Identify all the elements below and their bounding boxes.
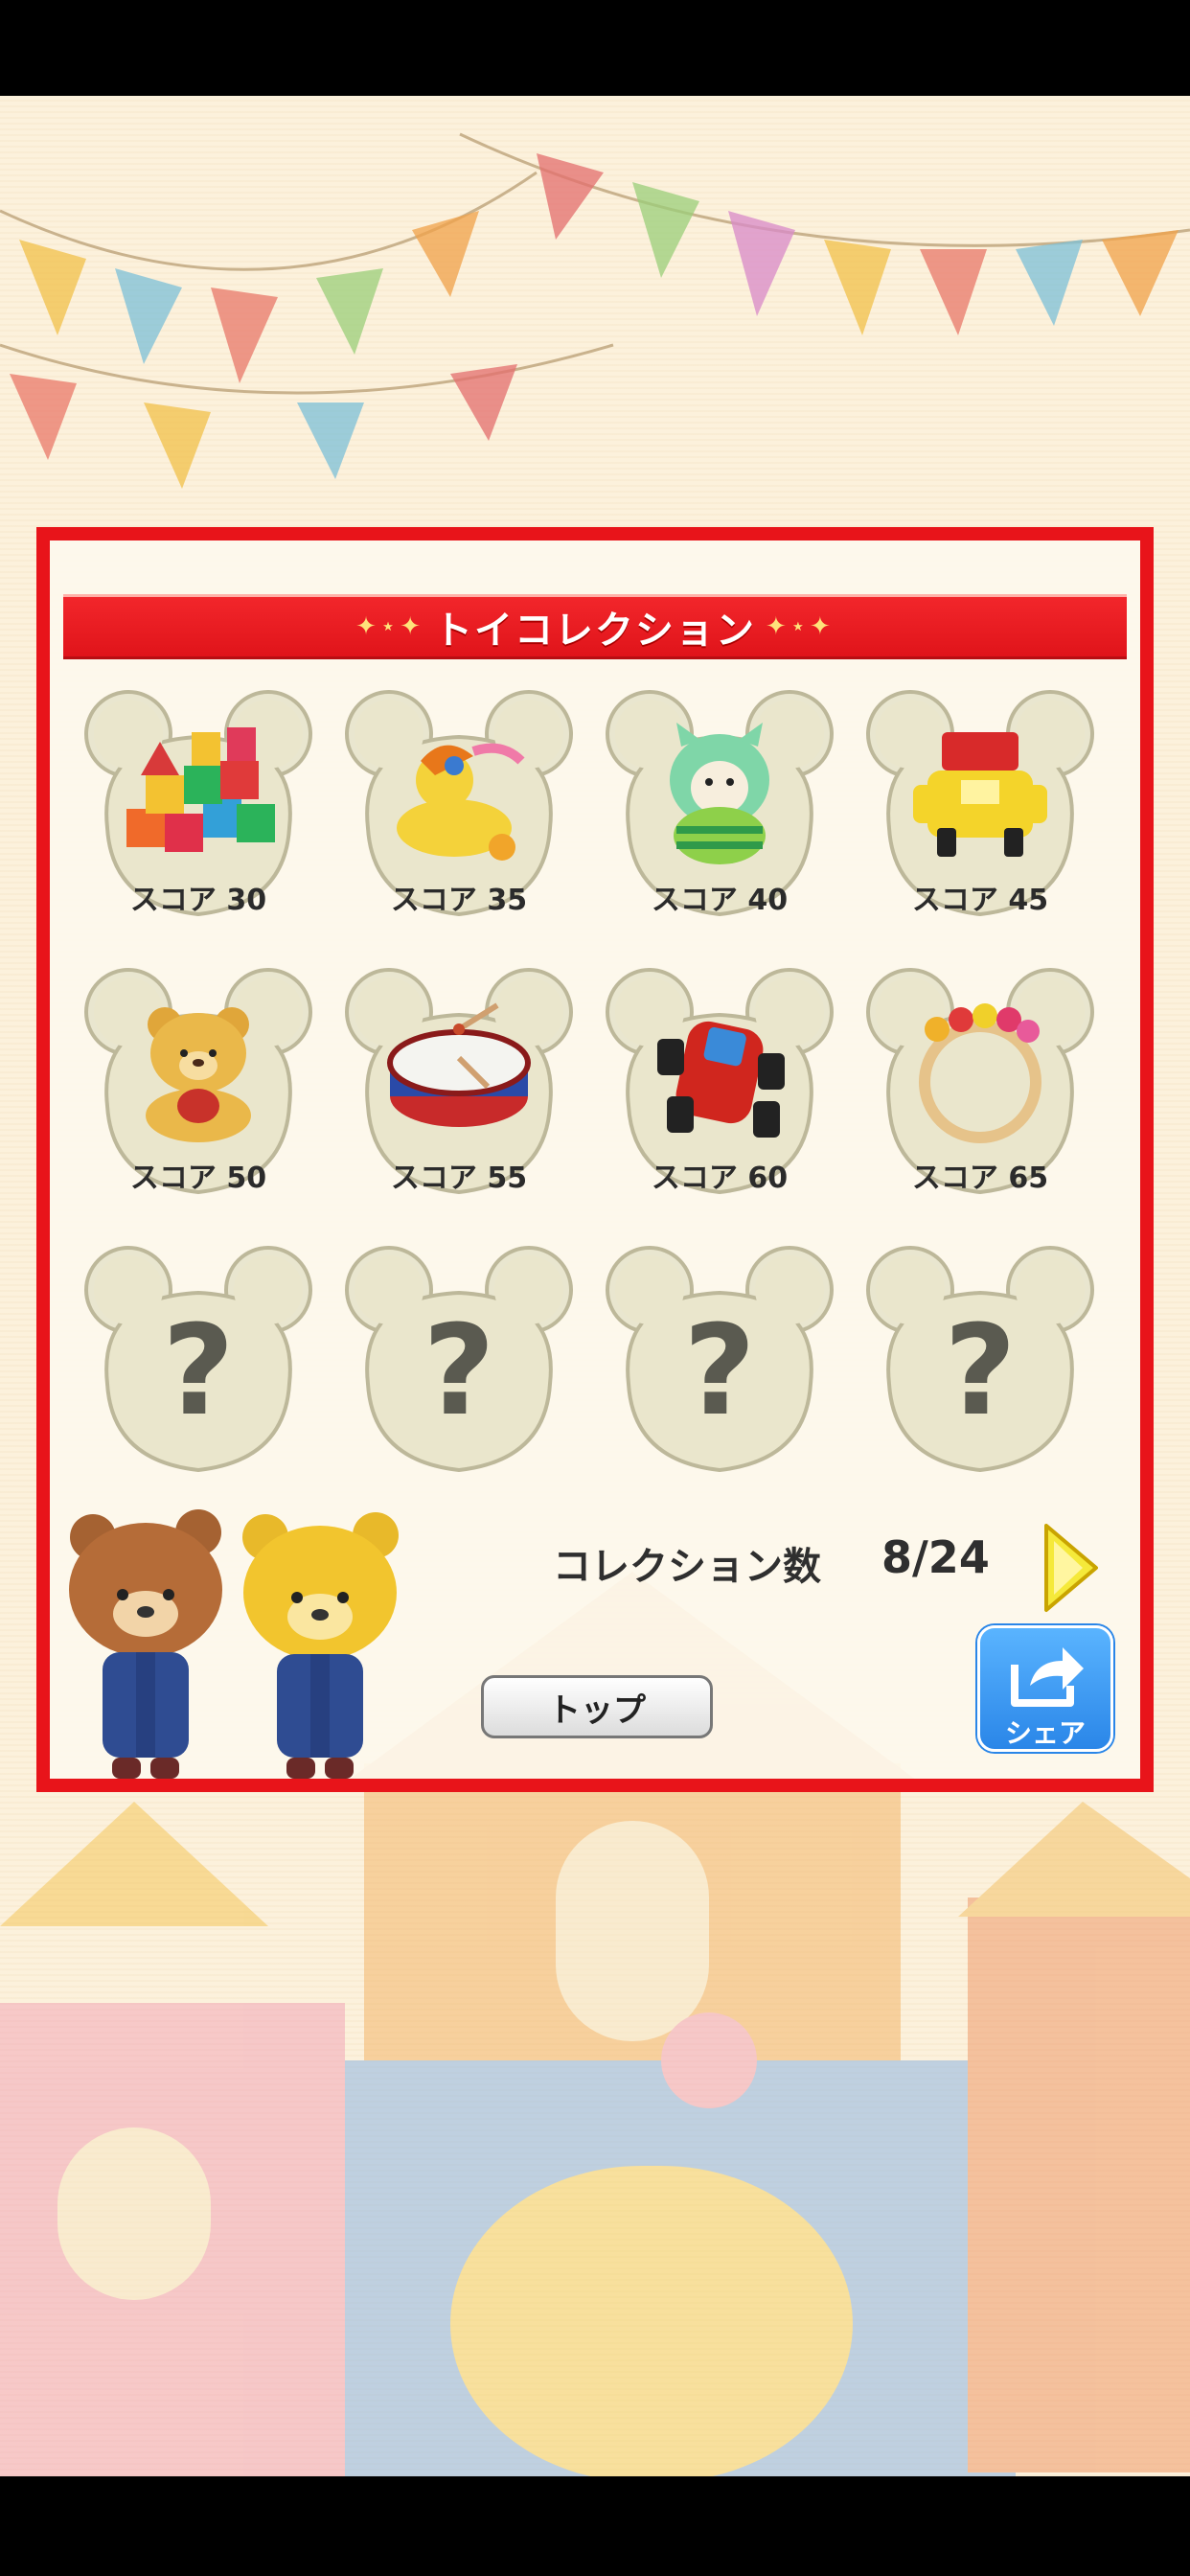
next-page-arrow-icon[interactable]: [1042, 1522, 1100, 1614]
toy-grid: スコア 30 スコア 35 スコア 40 スコア 45 スコア 50 スコア 5…: [79, 684, 1100, 1480]
question-mark-icon: ?: [683, 1298, 756, 1443]
toy-score-label: スコア 55: [390, 1162, 528, 1195]
share-label: シェア: [1004, 1717, 1086, 1749]
toy-slot[interactable]: スコア 50: [79, 962, 318, 1202]
toy-drum-icon: [387, 1002, 531, 1127]
toy-score-label: スコア 35: [390, 884, 528, 917]
locked-toy-slot[interactable]: ?: [600, 1240, 839, 1480]
green-creature-doll-icon: [670, 723, 769, 864]
panel-title-band: ✦⋆✦ トイコレクション ✦⋆✦: [63, 594, 1127, 659]
toy-score-label: スコア 40: [651, 884, 789, 917]
toy-score-label: スコア 45: [911, 884, 1049, 917]
locked-toy-slot[interactable]: ?: [79, 1240, 318, 1480]
game-screen: ✦⋆✦ トイコレクション ✦⋆✦ スコア 30 スコア 35 スコア 40 スコ…: [0, 96, 1190, 2476]
red-toy-car-icon: [657, 1021, 785, 1138]
bear-characters: [69, 1509, 399, 1779]
question-mark-icon: ?: [944, 1298, 1017, 1443]
top-button[interactable]: トップ: [481, 1675, 713, 1738]
share-arrow-icon: [1011, 1647, 1084, 1707]
locked-toy-slot[interactable]: ?: [860, 1240, 1100, 1480]
toy-slot[interactable]: スコア 65: [860, 962, 1100, 1202]
building-blocks-icon: [126, 727, 275, 852]
share-button[interactable]: シェア: [977, 1625, 1113, 1752]
question-mark-icon: ?: [423, 1298, 495, 1443]
toy-slot[interactable]: スコア 40: [600, 684, 839, 924]
yellow-bear-icon: [242, 1512, 399, 1779]
yellow-toy-car-icon: [913, 732, 1047, 857]
toy-slot[interactable]: スコア 55: [339, 962, 579, 1202]
locked-toy-slot[interactable]: ?: [339, 1240, 579, 1480]
toy-score-label: スコア 60: [651, 1162, 789, 1195]
toy-slot[interactable]: スコア 30: [79, 684, 318, 924]
brown-bear-icon: [69, 1509, 222, 1779]
toy-collection-panel: ✦⋆✦ トイコレクション ✦⋆✦ スコア 30 スコア 35 スコア 40 スコ…: [36, 527, 1154, 1792]
title-sparkle-left: ✦⋆✦: [355, 612, 424, 641]
toy-score-label: スコア 30: [129, 884, 267, 917]
collection-count-value: 8/24: [881, 1531, 990, 1583]
toy-slot[interactable]: スコア 45: [860, 684, 1100, 924]
title-sparkle-right: ✦⋆✦: [766, 612, 835, 641]
toy-slot[interactable]: スコア 35: [339, 684, 579, 924]
question-mark-icon: ?: [162, 1298, 235, 1443]
teddy-bear-icon: [146, 1007, 251, 1142]
home-indicator-bar: [0, 2476, 1190, 2576]
baby-rattle-ring-icon: [919, 1003, 1041, 1143]
duck-toy-icon: [397, 743, 525, 861]
collection-count-label: コレクション数: [553, 1545, 821, 1589]
toy-slot[interactable]: スコア 60: [600, 962, 839, 1202]
toy-score-label: スコア 50: [129, 1162, 267, 1195]
panel-title: トイコレクション: [434, 609, 756, 653]
toy-score-label: スコア 65: [911, 1162, 1049, 1195]
status-bar: [0, 0, 1190, 96]
